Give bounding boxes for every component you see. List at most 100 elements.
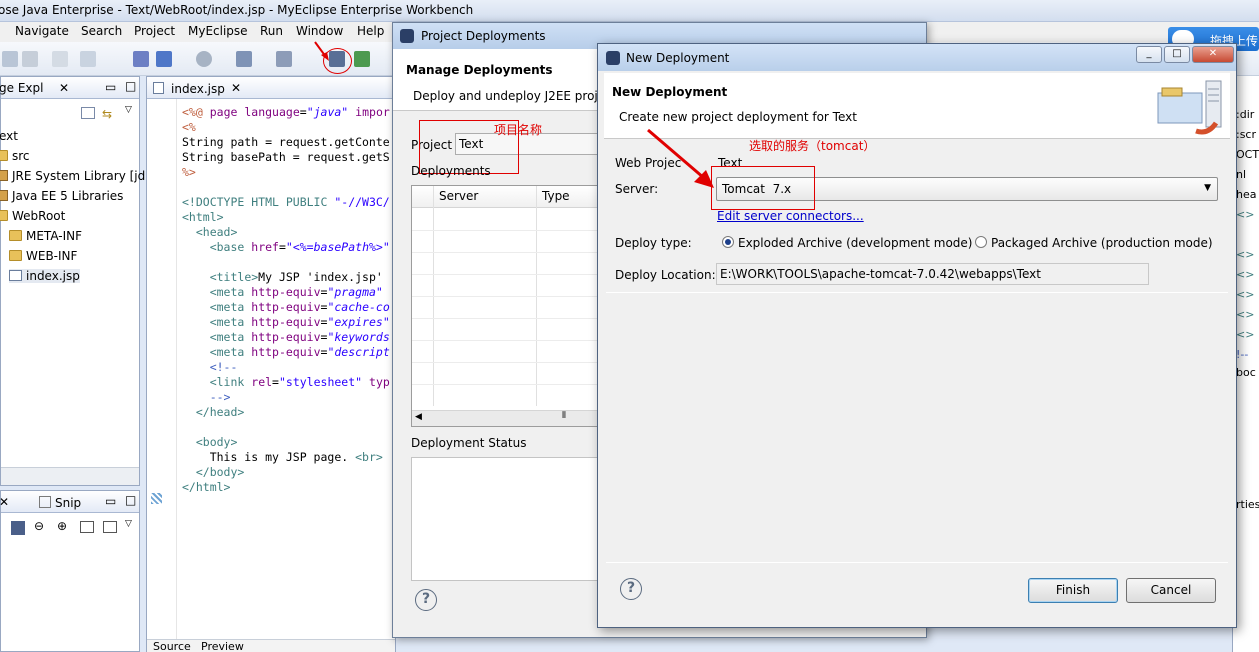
ide-titlebar: ose Java Enterprise - Text/WebRoot/index… xyxy=(0,0,1259,22)
palette-icon[interactable] xyxy=(11,521,25,535)
close-icon[interactable]: ✕ xyxy=(231,81,241,95)
wizard-icon[interactable] xyxy=(236,51,252,67)
folder-icon xyxy=(9,230,22,241)
zoom-100-icon[interactable] xyxy=(80,521,94,533)
myeclipse-icon xyxy=(606,51,620,65)
tree-item-index-jsp[interactable]: index.jsp xyxy=(9,269,80,283)
menu-help[interactable]: Help xyxy=(357,24,384,38)
editor: index.jsp ✕ <%@ page language="java" imp… xyxy=(146,76,396,652)
close-button[interactable]: ✕ xyxy=(1192,46,1234,63)
menu-search[interactable]: Search xyxy=(81,24,122,38)
column-type[interactable]: Type xyxy=(542,189,570,203)
new-bean-icon[interactable] xyxy=(156,51,172,67)
server-label: Server: xyxy=(615,182,659,196)
tree-item-meta-inf[interactable]: META-INF xyxy=(9,229,82,243)
link-editor-icon[interactable]: ⇆ xyxy=(102,107,112,121)
print-icon[interactable] xyxy=(52,51,68,67)
page-title: New Deployment xyxy=(612,85,728,99)
tree-item-javaee[interactable]: Java EE 5 Libraries xyxy=(0,189,123,203)
deployments-table-header: Server Type xyxy=(412,186,610,208)
menu-navigate[interactable]: Navigate xyxy=(15,24,69,38)
maximize-icon[interactable]: □ xyxy=(125,79,136,93)
tree-item-project[interactable]: ext xyxy=(0,129,18,143)
tree-item-web-inf[interactable]: WEB-INF xyxy=(9,249,77,263)
menu-myeclipse[interactable]: MyEclipse xyxy=(188,24,248,38)
bookmark-marker-icon xyxy=(151,493,162,504)
tab-preview[interactable]: Preview xyxy=(201,640,244,652)
help-icon[interactable]: ? xyxy=(415,589,437,611)
new-ejb-icon[interactable] xyxy=(133,51,149,67)
new-deployment-dialog: New Deployment _ □ ✕ New Deployment Crea… xyxy=(597,43,1237,628)
scroll-left-icon[interactable]: ◀ xyxy=(415,412,422,422)
horizontal-scrollbar[interactable]: ◀ ⦀ xyxy=(412,410,610,426)
column-server[interactable]: Server xyxy=(439,189,478,203)
save-all-icon[interactable] xyxy=(22,51,38,67)
search-tool-icon[interactable] xyxy=(276,51,292,67)
scroll-grip-icon: ⦀ xyxy=(562,411,566,421)
package-explorer-tab[interactable]: ge Expl ✕ ▭ □ xyxy=(0,77,139,99)
view-menu-icon[interactable]: ▽ xyxy=(125,519,132,529)
exploded-archive-radio[interactable] xyxy=(722,236,734,248)
zoom-in-icon[interactable]: ⊕ xyxy=(57,519,67,533)
project-annotation: 项目名称 xyxy=(494,123,543,137)
editor-tab[interactable]: index.jsp ✕ xyxy=(147,77,395,99)
collapse-all-icon[interactable] xyxy=(81,107,95,119)
toolbar-icon[interactable] xyxy=(80,51,96,67)
folder-icon xyxy=(9,250,22,261)
deploy-banner-icon xyxy=(1157,80,1222,135)
tree-item-jre[interactable]: JRE System Library [jdk xyxy=(0,169,152,183)
maximize-button[interactable]: □ xyxy=(1164,46,1190,63)
tab-source[interactable]: Source xyxy=(153,640,191,652)
deployments-table[interactable]: Server Type ◀ ⦀ xyxy=(411,185,611,427)
jsp-file-icon xyxy=(153,82,164,94)
minimize-icon[interactable]: ▭ xyxy=(105,494,116,508)
server-annotation-box xyxy=(711,166,815,210)
help-icon[interactable]: ? xyxy=(620,578,642,600)
code-area[interactable]: <%@ page language="java" impor <% String… xyxy=(182,105,394,625)
library-icon xyxy=(0,170,8,181)
page-description: Create new project deployment for Text xyxy=(619,110,857,124)
page-description: Deploy and undeploy J2EE proj xyxy=(413,89,598,103)
close-icon[interactable]: ✕ xyxy=(0,495,9,509)
minimize-icon[interactable]: ▭ xyxy=(105,80,116,94)
packaged-archive-radio[interactable] xyxy=(975,236,987,248)
package-explorer: ge Expl ✕ ▭ □ ⇆ ▽ ext src JRE System Lib… xyxy=(0,76,152,486)
packaged-archive-label[interactable]: Packaged Archive (production mode) xyxy=(991,236,1213,250)
deployments-label: Deployments xyxy=(411,164,491,178)
ide-window-title: ose Java Enterprise - Text/WebRoot/index… xyxy=(0,3,474,17)
cancel-button[interactable]: Cancel xyxy=(1126,578,1216,603)
menu-window[interactable]: Window xyxy=(296,24,343,38)
close-icon[interactable]: ✕ xyxy=(59,81,69,95)
snippets-icon xyxy=(39,496,51,508)
page-title: Manage Deployments xyxy=(406,63,553,77)
minimize-button[interactable]: _ xyxy=(1136,46,1162,63)
myeclipse-icon xyxy=(400,29,414,43)
snippets-tab[interactable]: ✕ Snip ▭ □ xyxy=(0,491,139,513)
horizontal-scrollbar[interactable] xyxy=(1,467,139,485)
tree-item-src[interactable]: src xyxy=(0,149,30,163)
annotation-arrow-icon xyxy=(314,41,329,61)
menu-project[interactable]: Project xyxy=(134,24,175,38)
separator xyxy=(606,292,1228,293)
exploded-archive-label[interactable]: Exploded Archive (development mode) xyxy=(738,236,973,250)
edit-server-connectors-link[interactable]: Edit server connectors... xyxy=(717,209,864,223)
folder-icon xyxy=(0,210,8,221)
snippets-panel: ✕ Snip ▭ □ ⊖ ⊕ ▽ xyxy=(0,490,140,652)
zoom-out-icon[interactable]: ⊖ xyxy=(34,519,44,533)
package-folder-icon xyxy=(0,150,8,161)
maximize-icon[interactable]: □ xyxy=(125,493,136,507)
fit-icon[interactable] xyxy=(103,521,117,533)
view-menu-icon[interactable]: ▽ xyxy=(125,105,132,115)
deploy-location-field[interactable]: E:\WORK\TOOLS\apache-tomcat-7.0.42\webap… xyxy=(716,263,1149,285)
library-icon xyxy=(0,190,8,201)
separator xyxy=(606,562,1228,563)
web-project-label: Web Projec xyxy=(615,156,682,170)
new-deployment-titlebar[interactable]: New Deployment _ □ ✕ xyxy=(598,44,1236,71)
save-icon[interactable] xyxy=(2,51,18,67)
run-server-icon[interactable] xyxy=(354,51,370,67)
tree-item-webroot[interactable]: WebRoot xyxy=(0,209,65,223)
finish-button[interactable]: Finish xyxy=(1028,578,1118,603)
chevron-down-icon: ▼ xyxy=(1204,183,1211,193)
menu-run[interactable]: Run xyxy=(260,24,283,38)
server-icon[interactable] xyxy=(196,51,212,67)
